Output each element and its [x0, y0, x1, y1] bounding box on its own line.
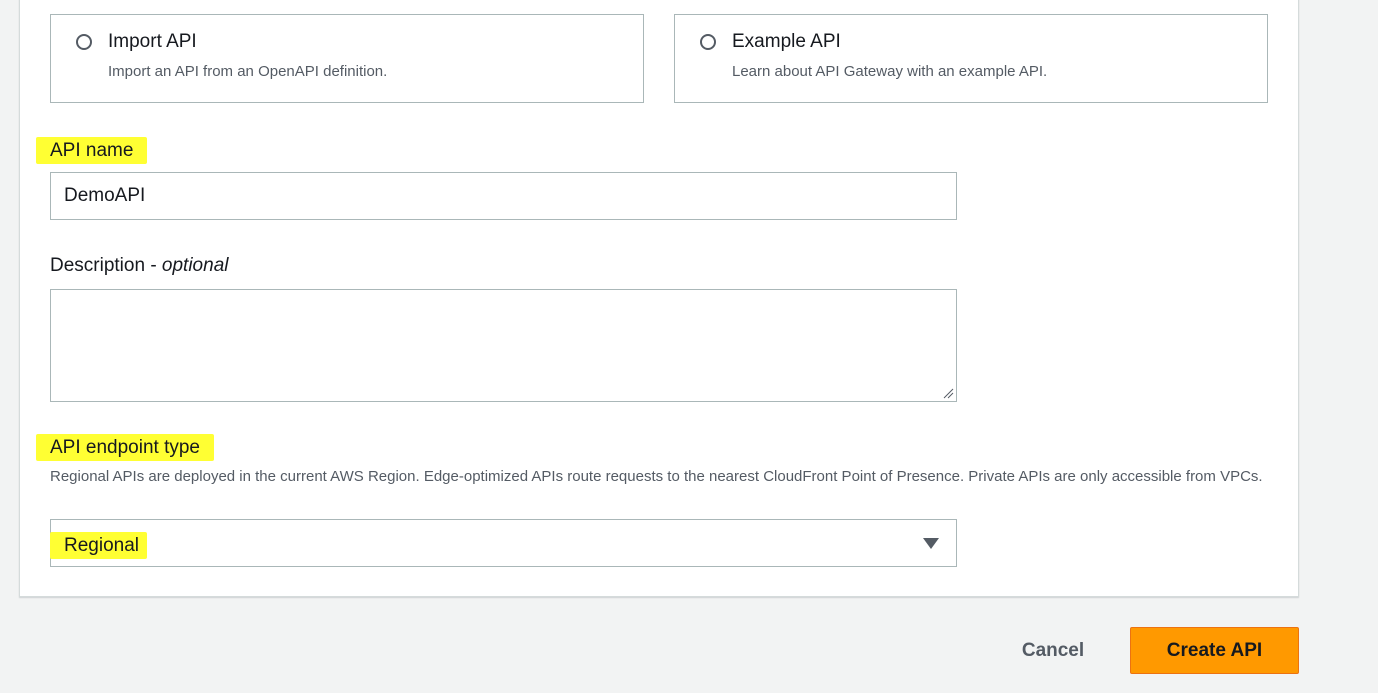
create-api-page: Import API Import an API from an OpenAPI… [0, 0, 1378, 693]
import-api-description: Import an API from an OpenAPI definition… [108, 63, 388, 80]
description-label: Description - optional [50, 255, 228, 277]
example-api-option[interactable]: Example API Learn about API Gateway with… [674, 14, 1268, 103]
endpoint-type-label: API endpoint type [36, 434, 214, 461]
radio-unchecked-icon[interactable] [700, 34, 716, 50]
caret-down-icon[interactable] [923, 538, 939, 549]
radio-unchecked-icon[interactable] [76, 34, 92, 50]
optional-label: optional [161, 255, 229, 276]
endpoint-type-label-text: API endpoint type [36, 434, 214, 461]
endpoint-type-help-text: Regional APIs are deployed in the curren… [50, 468, 1263, 485]
endpoint-type-select[interactable]: Regional [50, 519, 957, 567]
import-api-option[interactable]: Import API Import an API from an OpenAPI… [50, 14, 644, 103]
description-textarea[interactable] [50, 289, 957, 402]
endpoint-type-selected: Regional [50, 532, 147, 559]
resize-handle-icon[interactable] [942, 387, 954, 399]
import-api-title: Import API [108, 31, 197, 52]
create-api-button[interactable]: Create API [1130, 627, 1299, 674]
api-name-label: API name [36, 137, 148, 164]
example-api-description: Learn about API Gateway with an example … [732, 63, 1048, 80]
description-label-text: Description - [50, 255, 162, 276]
endpoint-type-selected-text: Regional [50, 532, 147, 559]
api-name-label-text: API name [36, 137, 148, 164]
cancel-button[interactable]: Cancel [1000, 628, 1106, 674]
example-api-title: Example API [732, 31, 841, 52]
api-name-input[interactable]: DemoAPI [50, 172, 957, 220]
